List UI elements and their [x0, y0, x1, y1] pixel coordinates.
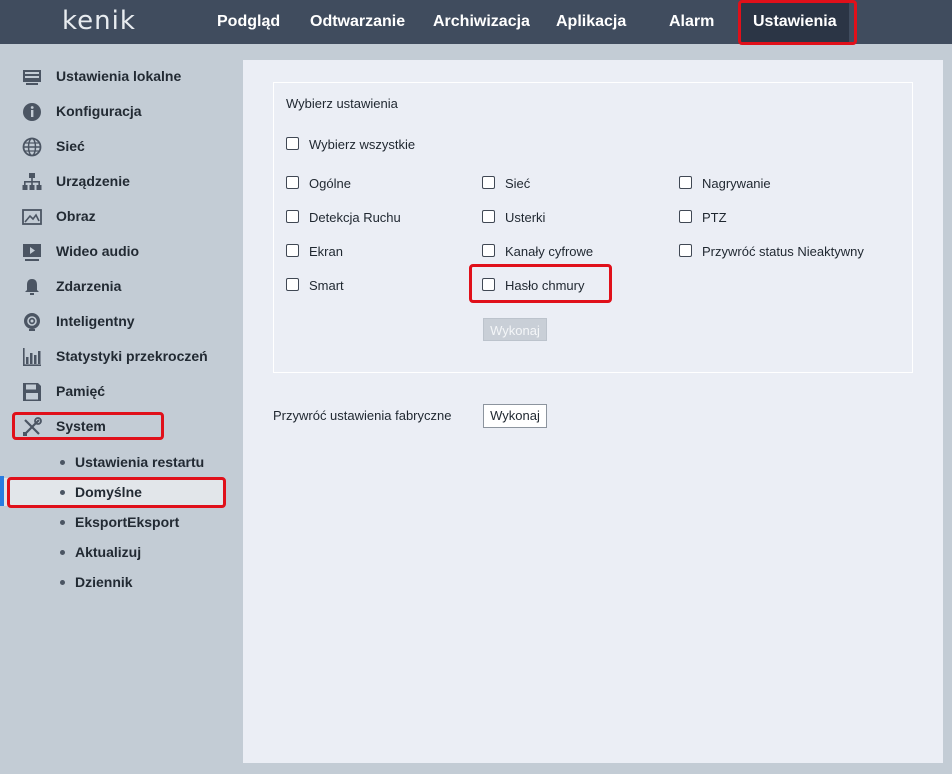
option-checkbox[interactable]	[482, 210, 495, 223]
sidebar-item-urzadzenie[interactable]: Urządzenie	[0, 167, 225, 197]
checkbox-label: Usterki	[505, 210, 546, 225]
sidebar-subitem-label: Dziennik	[75, 574, 133, 590]
option-checkbox[interactable]	[286, 278, 299, 291]
checkbox-label: Ekran	[309, 244, 343, 259]
sidebar-item-inteligentny[interactable]: Inteligentny	[0, 307, 225, 337]
bullet-icon	[60, 460, 65, 465]
option-checkbox[interactable]	[286, 244, 299, 257]
sidebar-item-label: Wideo audio	[56, 243, 140, 259]
sidebar-item-label: System	[56, 418, 106, 434]
floppy-icon	[23, 383, 41, 401]
bullet-icon	[60, 550, 65, 555]
checkbox-label: Wybierz wszystkie	[309, 137, 416, 152]
panel-title: Wybierz ustawienia	[286, 96, 398, 111]
sidebar-subitem-eksport[interactable]: EksportEksport	[0, 508, 225, 536]
checkbox-label: Detekcja Ruchu	[309, 210, 401, 225]
brain-icon	[24, 313, 40, 331]
device-tree-icon	[22, 173, 42, 190]
info-icon	[23, 103, 41, 121]
option-checkbox[interactable]	[482, 244, 495, 257]
bullet-icon	[60, 520, 65, 525]
sidebar-item-label: Pamięć	[56, 383, 106, 399]
option-checkbox[interactable]	[679, 176, 692, 189]
apply-button-disabled: Wykonaj	[483, 318, 547, 341]
nav-alarm[interactable]: Alarm	[669, 0, 714, 44]
checkbox-label: Przywróć status Nieaktywny	[702, 244, 864, 259]
option-checkbox[interactable]	[286, 210, 299, 223]
sidebar-item-label: Urządzenie	[56, 173, 130, 189]
monitor-icon	[23, 70, 41, 85]
bar-chart-icon	[23, 348, 41, 366]
video-icon	[23, 244, 41, 261]
checkbox-label: Ogólne	[309, 176, 351, 191]
sidebar-item-wideo-audio[interactable]: Wideo audio	[0, 237, 225, 267]
nav-odtwarzanie[interactable]: Odtwarzanie	[310, 0, 405, 44]
nav-aplikacja[interactable]: Aplikacja	[556, 0, 626, 44]
active-item-marker	[0, 476, 4, 506]
content-area: Wybierz ustawienia Wybierz wszystkie Ogó…	[243, 60, 943, 763]
sidebar-item-zdarzenia[interactable]: Zdarzenia	[0, 272, 225, 302]
option-checkbox[interactable]	[482, 176, 495, 189]
image-icon	[22, 209, 42, 225]
sidebar-item-label: Statystyki przekroczeń	[56, 348, 208, 364]
sidebar-item-label: Obraz	[56, 208, 96, 224]
tools-icon	[23, 417, 42, 436]
nav-ustawienia[interactable]: Ustawienia	[741, 0, 849, 44]
option-checkbox[interactable]	[482, 278, 495, 291]
select-settings-panel: Wybierz ustawienia Wybierz wszystkie Ogó…	[273, 82, 913, 373]
sidebar-subitem-ustawienia-restartu[interactable]: Ustawienia restartu	[0, 448, 225, 476]
option-checkbox[interactable]	[679, 210, 692, 223]
factory-reset-button[interactable]: Wykonaj	[483, 404, 547, 428]
option-checkbox[interactable]	[679, 244, 692, 257]
sidebar-subitem-label: EksportEksport	[75, 514, 180, 530]
sidebar-item-obraz[interactable]: Obraz	[0, 202, 225, 232]
sidebar-item-ustawienia-lokalne[interactable]: Ustawienia lokalne	[0, 62, 225, 92]
sidebar-item-konfiguracja[interactable]: Konfiguracja	[0, 97, 225, 127]
sidebar-subitem-label: Domyślne	[75, 484, 142, 500]
sidebar-subitem-label: Aktualizuj	[75, 544, 142, 560]
nav-archiwizacja[interactable]: Archiwizacja	[433, 0, 530, 44]
checkbox-label: Nagrywanie	[702, 176, 771, 191]
bullet-icon	[60, 490, 65, 495]
sidebar-item-label: Inteligentny	[56, 313, 135, 329]
sidebar-item-label: Konfiguracja	[56, 103, 142, 119]
top-nav-bar: kenik Podgląd Odtwarzanie Archiwizacja A…	[0, 0, 952, 44]
sidebar-item-label: Zdarzenia	[56, 278, 122, 294]
sidebar-subitem-label: Ustawienia restartu	[75, 454, 205, 470]
checkbox-label: Hasło chmury	[505, 278, 585, 293]
sidebar-subitem-domyslne[interactable]: Domyślne	[0, 478, 225, 506]
sidebar-item-pamiec[interactable]: Pamięć	[0, 377, 225, 407]
checkbox-label: Kanały cyfrowe	[505, 244, 594, 259]
checkbox-label: Sieć	[505, 176, 531, 191]
bell-icon	[25, 279, 39, 295]
nav-podglad[interactable]: Podgląd	[217, 0, 280, 44]
sidebar-item-label: Ustawienia lokalne	[56, 68, 182, 84]
select-all-checkbox[interactable]	[286, 137, 299, 150]
sidebar-subitem-aktualizuj[interactable]: Aktualizuj	[0, 538, 225, 566]
globe-icon	[22, 137, 42, 157]
sidebar-item-system[interactable]: System	[0, 412, 225, 442]
kenik-logo: kenik	[62, 6, 136, 36]
sidebar-item-label: Sieć	[56, 138, 85, 154]
bullet-icon	[60, 580, 65, 585]
sidebar-item-statystyki[interactable]: Statystyki przekroczeń	[0, 342, 225, 372]
sidebar-subitem-dziennik[interactable]: Dziennik	[0, 568, 225, 596]
option-checkbox[interactable]	[286, 176, 299, 189]
sidebar-item-siec[interactable]: Sieć	[0, 132, 225, 162]
sidebar: Ustawienia lokalne Konfiguracja Sieć Urz…	[0, 44, 225, 774]
checkbox-label: Smart	[309, 278, 344, 293]
factory-reset-label: Przywróć ustawienia fabryczne	[273, 408, 452, 423]
checkbox-label: PTZ	[702, 210, 727, 225]
